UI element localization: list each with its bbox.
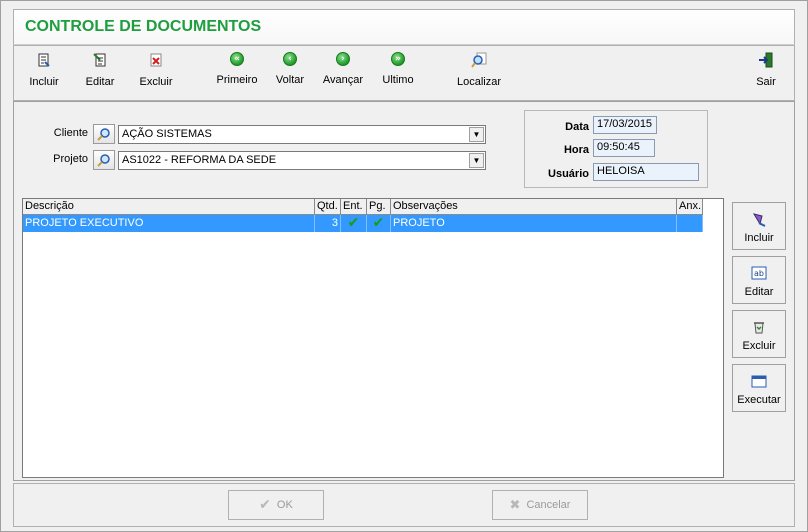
voltar-button[interactable]: ‹ Voltar [268,52,312,96]
chevron-down-icon[interactable]: ▼ [469,127,484,142]
chevron-down-icon[interactable]: ▼ [469,153,484,168]
next-record-icon: › [336,52,350,66]
run-window-icon [751,375,767,388]
cliente-select[interactable]: AÇÃO SISTEMAS ▼ [118,125,486,144]
new-document-icon [38,53,50,67]
documents-grid[interactable]: Descrição Qtd. Ent. Pg. Observações Anx.… [22,198,724,478]
last-record-icon: » [391,52,405,66]
projeto-select[interactable]: AS1022 - REFORMA DA SEDE ▼ [118,151,486,170]
grid-header: Descrição Qtd. Ent. Pg. Observações Anx. [23,199,723,215]
cell-anx [677,215,703,232]
side-incluir-button[interactable]: Incluir [732,202,786,250]
column-header-descricao[interactable]: Descrição [23,199,315,215]
window-title: CONTROLE DE DOCUMENTOS [25,18,262,35]
side-incluir-label: Incluir [744,232,774,244]
data-field[interactable]: 17/03/2015 [593,116,657,134]
side-editar-label: Editar [744,286,774,298]
checkmark-icon: ✔ [372,215,385,231]
primeiro-button[interactable]: « Primeiro [212,52,262,96]
projeto-label: Projeto [53,153,88,165]
hora-label: Hora [563,144,589,156]
column-header-observacoes[interactable]: Observações [391,199,677,215]
cell-ent: ✔ [341,215,367,232]
localizar-button[interactable]: Localizar [452,52,506,96]
cell-qtd: 3 [315,215,341,232]
avancar-label: Avançar [322,74,364,86]
side-editar-button[interactable]: ab Editar [732,256,786,304]
search-icon [471,52,487,68]
close-icon: ✖ [509,497,521,513]
side-executar-button[interactable]: Executar [732,364,786,412]
table-row[interactable]: PROJETO EXECUTIVO 3 ✔ ✔ PROJETO [23,215,703,232]
column-header-qtd[interactable]: Qtd. [315,199,341,215]
cliente-lookup-button[interactable] [93,124,115,144]
side-excluir-label: Excluir [742,340,776,352]
main-frame: Cliente AÇÃO SISTEMAS ▼ Projeto AS1022 -… [13,101,795,481]
title-bar: CONTROLE DE DOCUMENTOS [13,9,795,45]
recycle-bin-icon [754,322,764,334]
voltar-label: Voltar [275,74,305,86]
edit-text-icon: ab [751,266,767,280]
side-excluir-button[interactable]: Excluir [732,310,786,358]
projeto-value: AS1022 - REFORMA DA SEDE [122,154,277,166]
excluir-label: Excluir [139,76,173,88]
incluir-label: Incluir [29,76,59,88]
column-header-pg[interactable]: Pg. [367,199,391,215]
edit-document-icon [93,53,106,67]
cliente-value: AÇÃO SISTEMAS [122,128,212,140]
first-record-icon: « [230,52,244,66]
editar-label: Editar [85,76,115,88]
excluir-button[interactable]: Excluir [134,52,178,96]
incluir-button[interactable]: Incluir [22,52,66,96]
cliente-label: Cliente [53,127,88,139]
cell-descricao: PROJETO EXECUTIVO [23,215,315,232]
toolbar: Incluir Editar Excluir « Primeiro ‹ Volt… [13,45,795,101]
svg-text:ab: ab [754,269,764,278]
cell-pg: ✔ [367,215,391,232]
editar-button[interactable]: Editar [78,52,122,96]
info-panel: Data 17/03/2015 Hora 09:50:45 Usuário HE… [524,110,708,188]
delete-document-icon [150,53,162,67]
primeiro-label: Primeiro [216,74,258,86]
ok-button[interactable]: ✔ OK [228,490,324,520]
main-window: CONTROLE DE DOCUMENTOS Incluir Editar Ex… [0,0,808,532]
cancel-button[interactable]: ✖ Cancelar [492,490,588,520]
search-icon [97,128,110,141]
localizar-label: Localizar [456,76,502,88]
usuario-label: Usuário [548,168,589,180]
cell-observacoes: PROJETO [391,215,677,232]
ok-label: OK [276,499,293,511]
projeto-lookup-button[interactable] [93,150,115,170]
search-icon [97,154,110,167]
add-item-icon [752,213,766,227]
previous-record-icon: ‹ [283,52,297,66]
hora-field[interactable]: 09:50:45 [593,139,655,157]
ultimo-label: Ultimo [382,74,414,86]
data-label: Data [565,121,589,133]
exit-icon [759,52,773,68]
sair-button[interactable]: Sair [746,52,786,96]
sair-label: Sair [756,76,776,88]
usuario-field[interactable]: HELOISA [593,163,699,181]
column-header-anx[interactable]: Anx. [677,199,703,215]
column-header-ent[interactable]: Ent. [341,199,367,215]
side-executar-label: Executar [737,394,781,406]
cancel-label: Cancelar [526,499,571,511]
ultimo-button[interactable]: » Ultimo [376,52,420,96]
bottom-bar: ✔ OK ✖ Cancelar [13,483,795,527]
avancar-button[interactable]: › Avançar [318,52,368,96]
checkmark-icon: ✔ [347,215,360,231]
check-icon: ✔ [259,497,271,513]
